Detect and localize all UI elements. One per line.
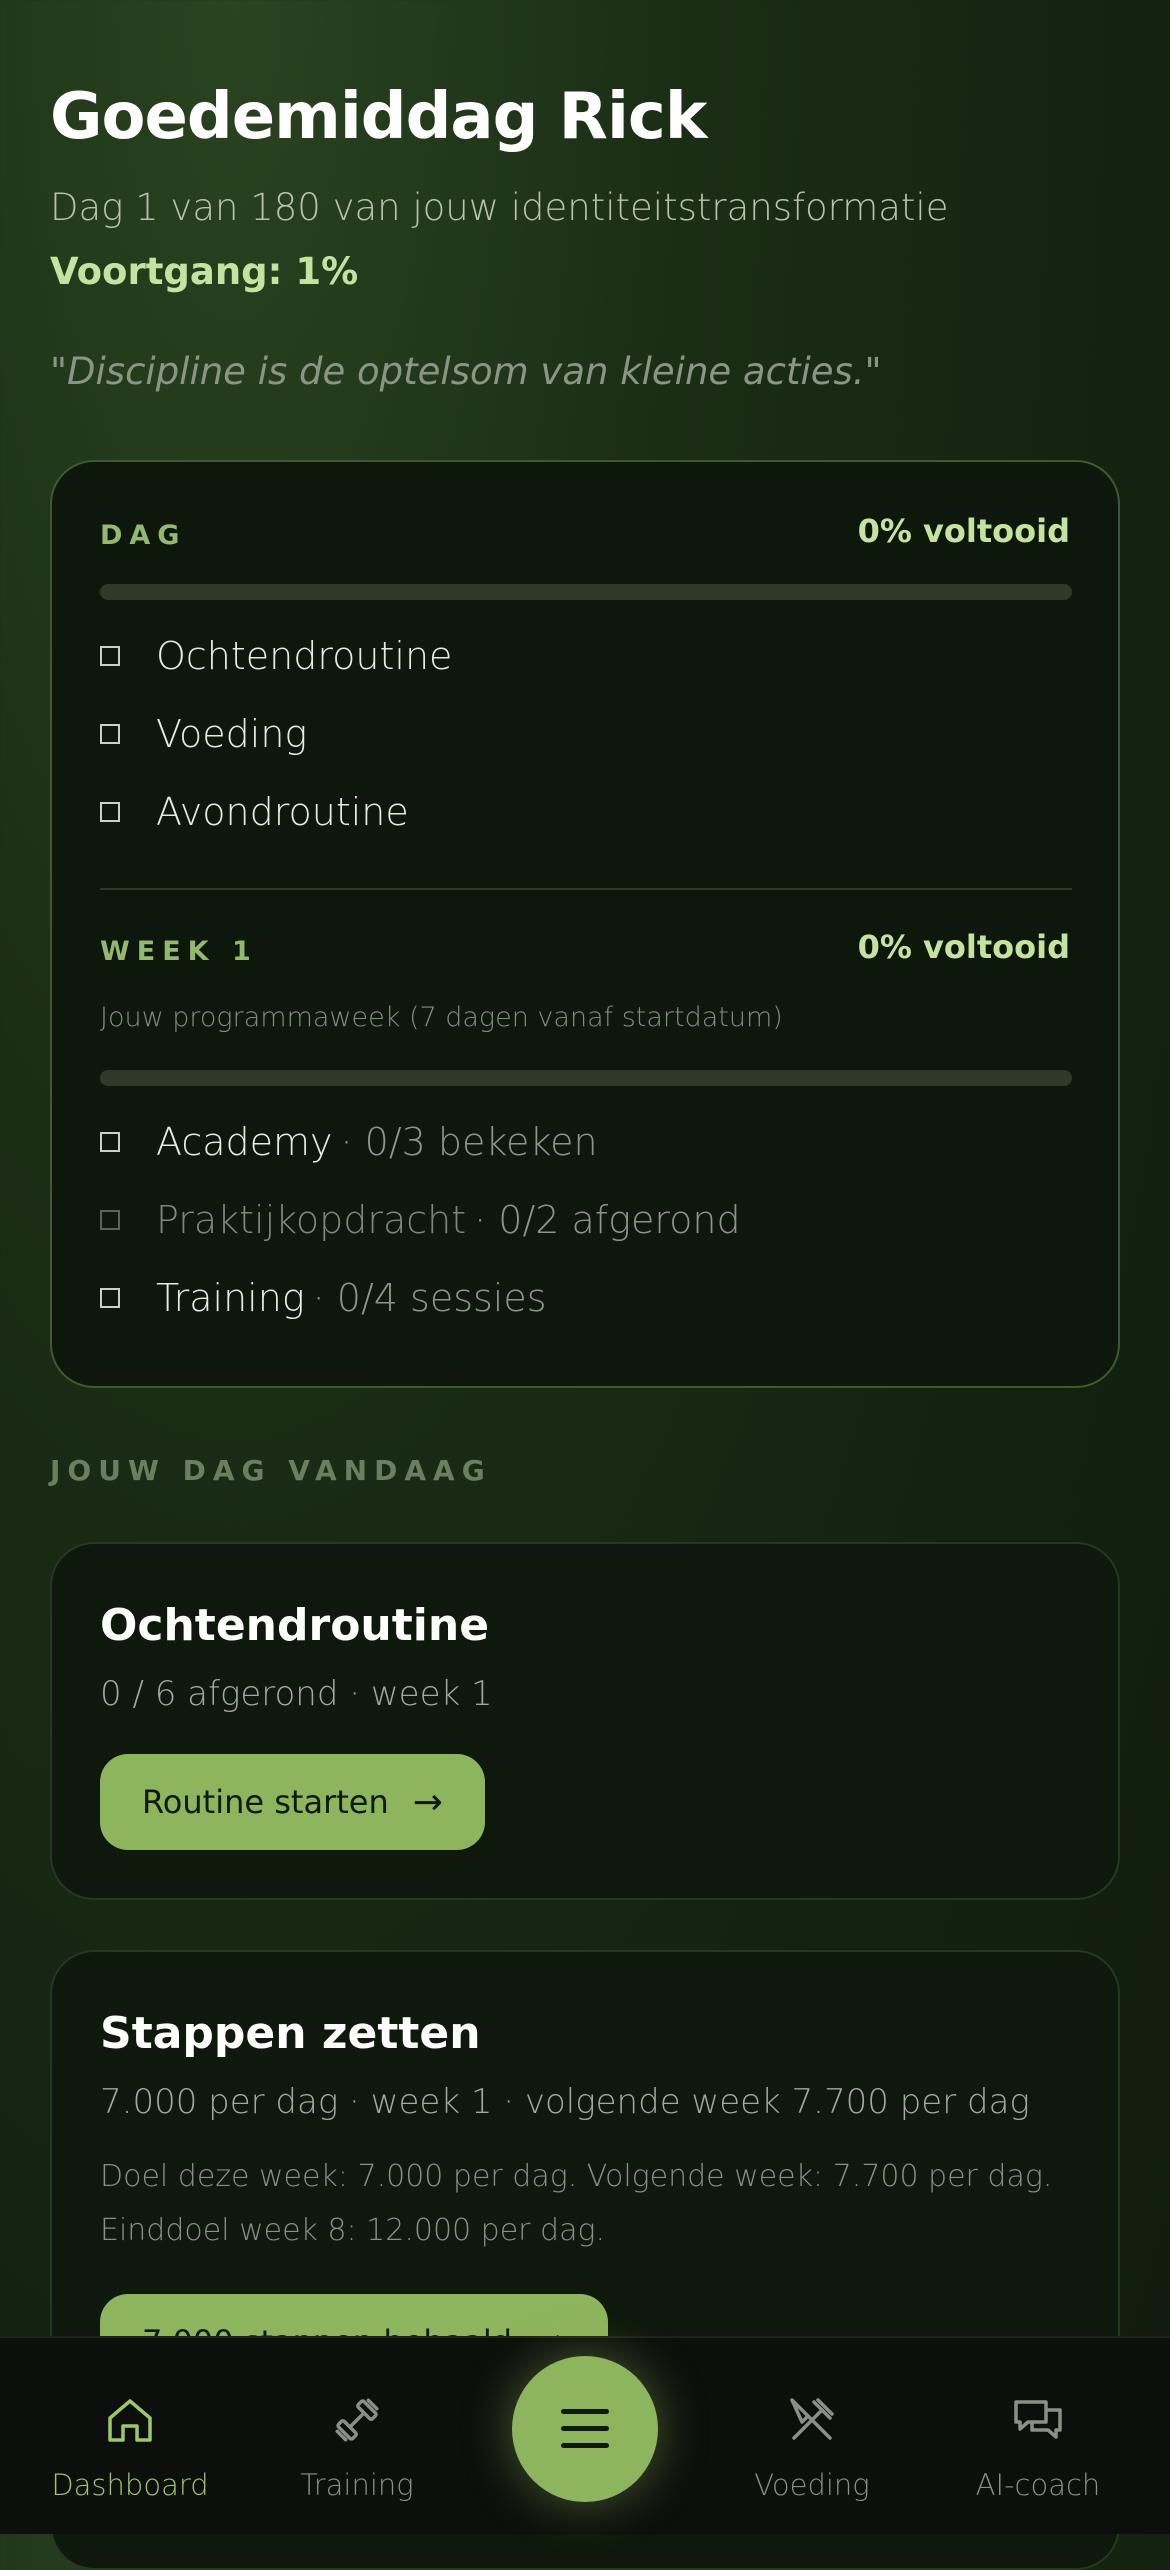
day-checklist-item[interactable]: Voeding — [100, 712, 307, 756]
dumbbell-icon — [335, 2398, 379, 2442]
card-subtitle: 7.000 per dag · week 1 · volgende week 7… — [100, 2082, 1030, 2122]
card-description: Doel deze week: 7.000 per dag. Volgende … — [100, 2159, 1053, 2248]
progress-card: DAG 0% voltooid Ochtendroutine Voeding A… — [50, 460, 1120, 1388]
week-checklist-item[interactable]: Academy · 0/3 bekeken — [100, 1120, 598, 1164]
day-checklist-item[interactable]: Avondroutine — [100, 790, 409, 834]
day-checklist-item[interactable]: Ochtendroutine — [100, 634, 452, 678]
card-title: Stappen zetten — [100, 2008, 481, 2059]
menu-icon — [561, 2409, 609, 2449]
start-routine-button[interactable]: Routine starten → — [100, 1754, 485, 1850]
day-percent: 0% voltooid — [857, 512, 1070, 550]
checklist-meta: · 0/2 afgerond — [474, 1198, 741, 1242]
nav-label: Training — [300, 2468, 414, 2502]
chat-bubbles-icon — [1014, 2400, 1062, 2439]
morning-routine-card: Ochtendroutine 0 / 6 afgerond · week 1 R… — [50, 1542, 1120, 1900]
nav-voeding[interactable]: Voeding — [712, 2338, 912, 2534]
checkbox-icon[interactable] — [100, 1288, 120, 1308]
checkbox-icon[interactable] — [100, 1132, 120, 1152]
today-section-label: JOUW DAG VANDAAG — [50, 1454, 492, 1487]
fork-knife-icon — [790, 2398, 834, 2440]
nav-training[interactable]: Training — [257, 2338, 457, 2534]
card-subtitle: 0 / 6 afgerond · week 1 — [100, 1674, 493, 1714]
checklist-meta: · 0/4 sessies — [312, 1276, 547, 1320]
checklist-label: Voeding — [156, 712, 308, 756]
home-icon — [108, 2399, 152, 2442]
day-progress-bar — [100, 584, 1072, 600]
dashboard-screen: Goedemiddag Rick Dag 1 van 180 van jouw … — [0, 0, 1170, 2570]
nav-label: AI-coach — [975, 2468, 1101, 2502]
checklist-label: Avondroutine — [156, 790, 409, 834]
button-label: Routine starten — [142, 1783, 389, 1821]
checkbox-icon[interactable] — [100, 1210, 120, 1230]
checklist-label: Academy — [156, 1120, 333, 1164]
overall-progress: Voortgang: 1% — [50, 250, 359, 293]
day-heading: DAG — [100, 520, 187, 551]
nav-label: Voeding — [754, 2468, 870, 2502]
card-divider — [100, 888, 1072, 890]
checkbox-icon[interactable] — [100, 802, 120, 822]
week-heading: WEEK 1 — [100, 936, 258, 967]
checkbox-icon[interactable] — [100, 724, 120, 744]
checkbox-icon[interactable] — [100, 646, 120, 666]
checklist-label: Training — [156, 1276, 305, 1320]
arrow-right-icon: → — [412, 1781, 443, 1823]
checklist-label: Ochtendroutine — [156, 634, 453, 678]
daily-quote: "Discipline is de optelsom van kleine ac… — [50, 350, 882, 393]
checklist-meta: · 0/3 bekeken — [340, 1120, 598, 1164]
nav-ai-coach[interactable]: AI-coach — [938, 2338, 1138, 2534]
nav-dashboard[interactable]: Dashboard — [30, 2338, 230, 2534]
checklist-label: Praktijkopdracht — [156, 1198, 467, 1242]
week-percent: 0% voltooid — [857, 928, 1070, 966]
nav-label: Dashboard — [51, 2468, 209, 2502]
greeting-title: Goedemiddag Rick — [50, 80, 707, 154]
week-note: Jouw programmaweek (7 dagen vanaf startd… — [100, 1002, 783, 1033]
week-progress-bar — [100, 1070, 1072, 1086]
menu-button[interactable] — [512, 2356, 658, 2502]
week-checklist-item[interactable]: Training · 0/4 sessies — [100, 1276, 547, 1320]
card-title: Ochtendroutine — [100, 1600, 490, 1651]
program-subtitle: Dag 1 van 180 van jouw identiteitstransf… — [50, 186, 949, 229]
week-checklist-item[interactable]: Praktijkopdracht · 0/2 afgerond — [100, 1198, 741, 1242]
